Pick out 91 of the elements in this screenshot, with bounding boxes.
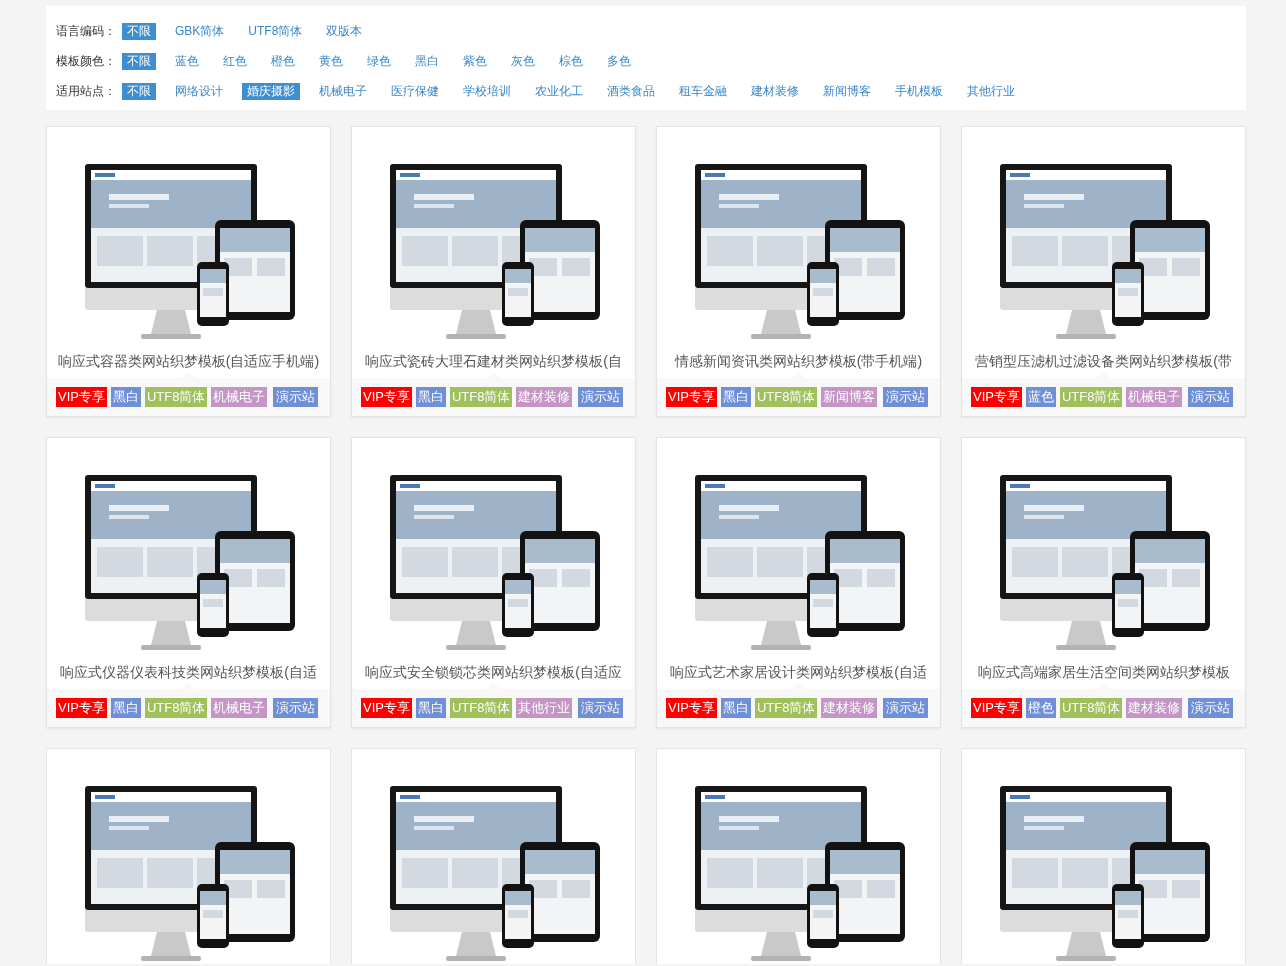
filter-option[interactable]: 农业化工	[530, 82, 588, 100]
filter-option[interactable]: 黄色	[314, 52, 348, 70]
vip-tag: VIP专享	[56, 698, 107, 718]
template-card[interactable]: 响应式安全锁锁芯类网站织梦模板(自适应 VIP专享 黑白 UTF8简体 其他行业 演示站	[351, 437, 636, 728]
template-card[interactable]	[351, 748, 636, 964]
category-tag: 新闻博客	[821, 387, 878, 407]
color-tag: 黑白	[110, 698, 141, 718]
filter-option[interactable]: 双版本	[321, 22, 368, 40]
encoding-tag: UTF8简体	[1059, 387, 1123, 407]
category-tag: 机械电子	[211, 698, 268, 718]
category-tag: 建材装修	[821, 698, 878, 718]
filter-option[interactable]: UTF8简体	[243, 22, 308, 40]
filter-option[interactable]: 绿色	[362, 52, 396, 70]
template-card[interactable]: 情感新闻资讯类网站织梦模板(带手机端) VIP专享 黑白 UTF8简体 新闻博客 演示站	[656, 126, 941, 417]
filter-option[interactable]: 新闻博客	[818, 82, 876, 100]
demo-link[interactable]: 演示站	[883, 698, 928, 718]
filter-option[interactable]: 其他行业	[962, 82, 1020, 100]
filter-option[interactable]: 酒类食品	[602, 82, 660, 100]
color-tag: 橙色	[1025, 698, 1056, 718]
template-card[interactable]: 响应式仪器仪表科技类网站织梦模板(自适 VIP专享 黑白 UTF8简体 机械电子 演示站	[46, 437, 331, 728]
filter-label: 语言编码：	[56, 22, 116, 40]
filter-option[interactable]: 婚庆摄影	[242, 82, 300, 100]
template-card[interactable]	[961, 748, 1246, 964]
template-title[interactable]: 响应式仪器仪表科技类网站织梦模板(自适	[60, 662, 317, 682]
vip-tag: VIP专享	[971, 698, 1022, 718]
demo-link[interactable]: 演示站	[273, 387, 318, 407]
template-title[interactable]: 响应式艺术家居设计类网站织梦模板(自适	[670, 662, 927, 682]
vip-tag: VIP专享	[666, 698, 717, 718]
vip-tag: VIP专享	[666, 387, 717, 407]
encoding-tag: UTF8简体	[144, 698, 208, 718]
filter-option[interactable]: 医疗保健	[386, 82, 444, 100]
filter-option[interactable]: 不限	[122, 52, 156, 70]
filter-option[interactable]: 黑白	[410, 52, 444, 70]
color-tag: 黑白	[720, 387, 751, 407]
template-title[interactable]: 响应式瓷砖大理石建材类网站织梦模板(自	[365, 351, 622, 371]
encoding-tag: UTF8简体	[144, 387, 208, 407]
filter-option[interactable]: 不限	[122, 22, 156, 40]
vip-tag: VIP专享	[361, 387, 412, 407]
vip-tag: VIP专享	[971, 387, 1022, 407]
template-title[interactable]: 响应式高端家居生活空间类网站织梦模板	[977, 662, 1230, 682]
vip-tag: VIP专享	[361, 698, 412, 718]
encoding-tag: UTF8简体	[449, 387, 513, 407]
template-title[interactable]: 响应式容器类网站织梦模板(自适应手机端)	[57, 351, 320, 371]
encoding-tag: UTF8简体	[754, 387, 818, 407]
filter-option[interactable]: 不限	[122, 82, 156, 100]
filter-option[interactable]: 手机模板	[890, 82, 948, 100]
color-tag: 黑白	[110, 387, 141, 407]
category-tag: 其他行业	[516, 698, 573, 718]
filter-option[interactable]: 学校培训	[458, 82, 516, 100]
filter-option[interactable]: 灰色	[506, 52, 540, 70]
filter-option[interactable]: 蓝色	[170, 52, 204, 70]
category-tag: 机械电子	[211, 387, 268, 407]
template-card[interactable]	[656, 748, 941, 964]
color-tag: 蓝色	[1025, 387, 1056, 407]
encoding-tag: UTF8简体	[1059, 698, 1123, 718]
demo-link[interactable]: 演示站	[883, 387, 928, 407]
filter-option[interactable]: 红色	[218, 52, 252, 70]
category-tag: 机械电子	[1126, 387, 1183, 407]
color-tag: 黑白	[720, 698, 751, 718]
template-title[interactable]: 响应式安全锁锁芯类网站织梦模板(自适应	[365, 662, 622, 682]
template-card[interactable]: 响应式高端家居生活空间类网站织梦模板 VIP专享 橙色 UTF8简体 建材装修 演示站	[961, 437, 1246, 728]
encoding-tag: UTF8简体	[449, 698, 513, 718]
filter-label: 模板颜色：	[56, 52, 116, 70]
filter-option[interactable]: 棕色	[554, 52, 588, 70]
template-card[interactable]: 响应式艺术家居设计类网站织梦模板(自适 VIP专享 黑白 UTF8简体 建材装修 演示站	[656, 437, 941, 728]
filter-option[interactable]: 橙色	[266, 52, 300, 70]
filter-option[interactable]: 多色	[602, 52, 636, 70]
demo-link[interactable]: 演示站	[1188, 387, 1233, 407]
demo-link[interactable]: 演示站	[1188, 698, 1233, 718]
encoding-tag: UTF8简体	[754, 698, 818, 718]
template-card[interactable]: 响应式容器类网站织梦模板(自适应手机端) VIP专享 黑白 UTF8简体 机械电子 演示站	[46, 126, 331, 417]
demo-link[interactable]: 演示站	[578, 698, 623, 718]
demo-link[interactable]: 演示站	[578, 387, 623, 407]
category-tag: 建材装修	[1126, 698, 1183, 718]
color-tag: 黑白	[415, 387, 446, 407]
filter-label: 适用站点：	[56, 82, 116, 100]
template-title[interactable]: 情感新闻资讯类网站织梦模板(带手机端)	[674, 351, 923, 371]
category-tag: 建材装修	[516, 387, 573, 407]
color-tag: 黑白	[415, 698, 446, 718]
template-card[interactable]: 营销型压滤机过滤设备类网站织梦模板(带 VIP专享 蓝色 UTF8简体 机械电子 演示站	[961, 126, 1246, 417]
filter-option[interactable]: 网络设计	[170, 82, 228, 100]
filter-option[interactable]: GBK简体	[170, 22, 230, 40]
filter-option[interactable]: 紫色	[458, 52, 492, 70]
template-card[interactable]: 响应式瓷砖大理石建材类网站织梦模板(自 VIP专享 黑白 UTF8简体 建材装修 演示站	[351, 126, 636, 417]
filter-option[interactable]: 机械电子	[314, 82, 372, 100]
template-card[interactable]	[46, 748, 331, 964]
demo-link[interactable]: 演示站	[273, 698, 318, 718]
vip-tag: VIP专享	[56, 387, 107, 407]
template-title[interactable]: 营销型压滤机过滤设备类网站织梦模板(带	[975, 351, 1232, 371]
filter-option[interactable]: 建材装修	[746, 82, 804, 100]
filter-option[interactable]: 租车金融	[674, 82, 732, 100]
